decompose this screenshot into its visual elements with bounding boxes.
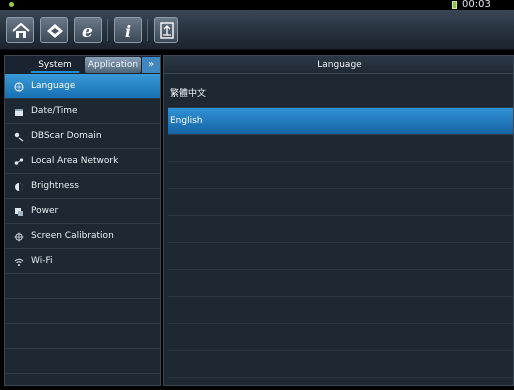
empty-row xyxy=(168,324,513,351)
info-button[interactable]: i xyxy=(114,17,142,43)
language-option-traditional-chinese[interactable]: 繁體中文 xyxy=(168,81,513,108)
sidebar-item-label: Power xyxy=(31,206,59,216)
sidebar-item-local-area-network[interactable]: Local Area Network xyxy=(5,149,160,174)
language-list: 繁體中文 English xyxy=(168,81,513,378)
sidebar-item-power[interactable]: Power xyxy=(5,199,160,224)
tab-application[interactable]: Application xyxy=(85,57,141,73)
svg-text:e: e xyxy=(82,22,93,41)
settings-menu: Language Date/Time DBScar Domain Local A… xyxy=(5,74,160,374)
language-option-english[interactable]: English xyxy=(168,108,513,135)
svg-text:i: i xyxy=(125,22,131,41)
sidebar-item-label: Wi-Fi xyxy=(31,256,53,266)
sidebar-item-label: Brightness xyxy=(31,181,79,191)
sidebar-item-label: Local Area Network xyxy=(31,156,119,166)
more-tabs-button[interactable]: » xyxy=(142,57,160,73)
sidebar-item-label: DBScar Domain xyxy=(31,131,102,141)
tab-system[interactable]: System xyxy=(31,57,79,73)
settings-category-panel: System Application » Language Date/Time … xyxy=(4,55,161,386)
empty-row xyxy=(5,324,160,349)
sidebar-item-screen-calibration[interactable]: Screen Calibration xyxy=(5,224,160,249)
crosshair-icon xyxy=(14,232,24,242)
home-button[interactable] xyxy=(6,17,34,43)
empty-row xyxy=(168,135,513,162)
diagnose-button[interactable] xyxy=(40,17,68,43)
language-panel: Language 繁體中文 English xyxy=(163,55,514,386)
panel-title: Language xyxy=(164,56,513,74)
toolbar-separator xyxy=(107,19,108,41)
exit-icon xyxy=(160,22,174,39)
sidebar-item-dbscar-domain[interactable]: DBScar Domain xyxy=(5,124,160,149)
info-icon: i xyxy=(125,22,131,41)
sidebar-item-language[interactable]: Language xyxy=(5,74,160,99)
status-bar: 00:03 xyxy=(0,0,514,10)
empty-row xyxy=(5,299,160,324)
sidebar-item-label: Date/Time xyxy=(31,106,78,116)
empty-row xyxy=(168,297,513,324)
empty-row xyxy=(168,216,513,243)
domain-icon xyxy=(14,132,24,142)
language-icon xyxy=(14,82,24,92)
toolbar-separator xyxy=(147,19,148,41)
battery-icon xyxy=(452,1,457,9)
toolbar: e i xyxy=(0,10,514,50)
diagnose-icon xyxy=(47,24,63,38)
browser-icon: e xyxy=(82,22,93,41)
empty-row xyxy=(168,243,513,270)
wifi-icon xyxy=(14,258,24,266)
empty-row xyxy=(5,349,160,374)
category-tabs: System Application » xyxy=(5,56,160,74)
empty-row xyxy=(5,274,160,299)
empty-row xyxy=(168,351,513,378)
power-icon xyxy=(15,208,23,216)
home-icon xyxy=(12,22,30,38)
brightness-icon xyxy=(15,183,23,191)
network-icon xyxy=(14,158,24,165)
empty-row xyxy=(168,189,513,216)
calendar-icon xyxy=(15,109,23,116)
status-clock: 00:03 xyxy=(462,0,491,10)
sidebar-item-label: Screen Calibration xyxy=(31,231,114,241)
exit-button[interactable] xyxy=(154,17,178,43)
sidebar-item-label: Language xyxy=(31,81,76,91)
sidebar-item-date-time[interactable]: Date/Time xyxy=(5,99,160,124)
empty-row xyxy=(168,162,513,189)
empty-row xyxy=(168,270,513,297)
sidebar-item-brightness[interactable]: Brightness xyxy=(5,174,160,199)
notification-icon xyxy=(9,2,14,7)
sidebar-item-wifi[interactable]: Wi-Fi xyxy=(5,249,160,274)
browser-button[interactable]: e xyxy=(74,17,102,43)
